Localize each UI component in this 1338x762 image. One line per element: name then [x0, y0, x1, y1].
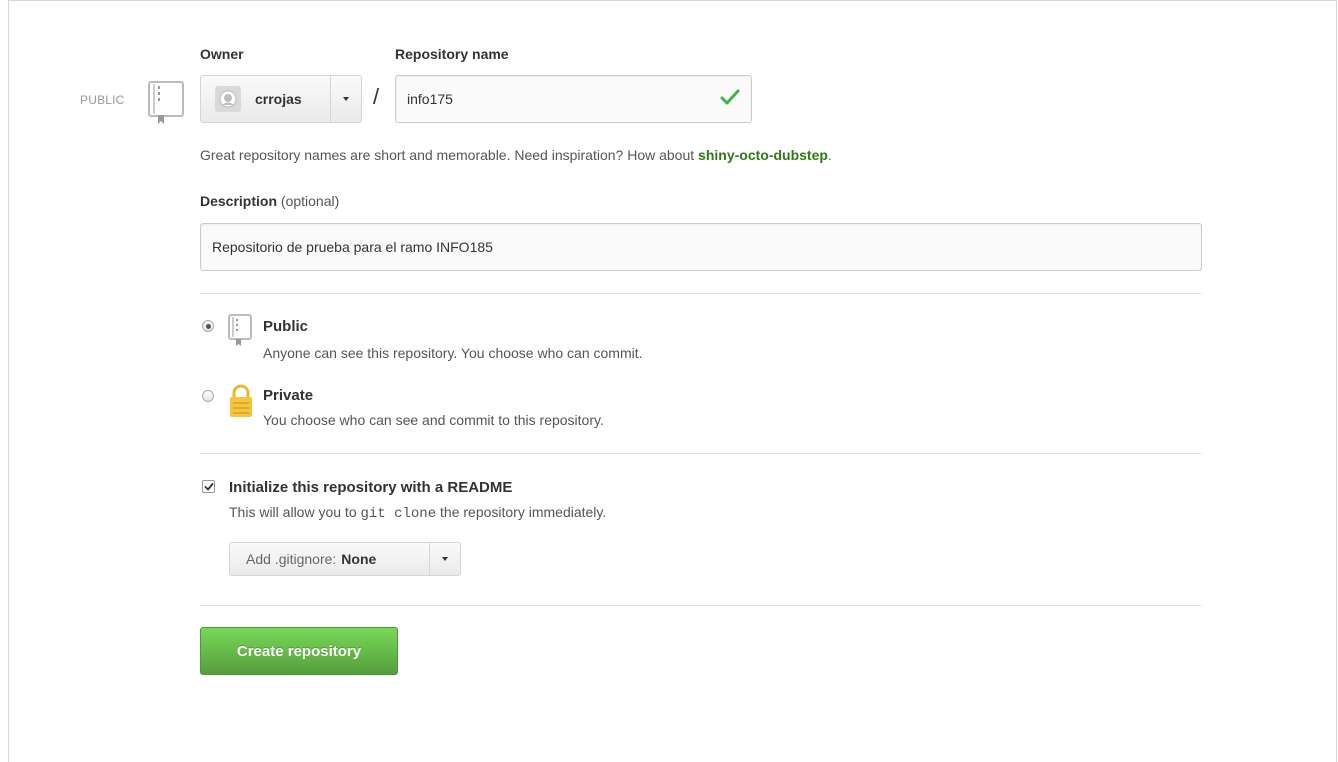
description-input[interactable] [200, 223, 1202, 271]
divider [200, 293, 1202, 294]
public-option-title: Public [263, 318, 309, 335]
description-optional: (optional) [280, 193, 340, 209]
divider [200, 453, 1202, 454]
gitignore-main[interactable]: Add .gitignore: None [230, 543, 431, 575]
name-suggestion-link[interactable]: shiny-octo-dubstep [698, 147, 828, 163]
divider [200, 605, 1202, 606]
gitignore-prefix: Add .gitignore: [246, 551, 337, 567]
repo-name-hint: Great repository names are short and mem… [200, 147, 832, 163]
readme-desc-after: the repository immediately. [436, 504, 607, 520]
gitignore-dropdown-toggle[interactable] [430, 557, 460, 561]
owner-avatar [215, 86, 241, 112]
description-label-row: Description (optional) [200, 193, 339, 209]
owner-main[interactable]: crrojas [201, 76, 332, 122]
private-radio[interactable] [202, 390, 214, 402]
repo-name-label: Repository name [395, 46, 509, 62]
description-label: Description [200, 193, 278, 209]
readme-desc-code: git clone [360, 506, 437, 522]
public-repo-icon [228, 314, 254, 351]
owner-dropdown-toggle[interactable] [331, 97, 361, 101]
chevron-down-icon [343, 97, 350, 101]
owner-label: Owner [200, 46, 244, 62]
visibility-tag: PUBLIC [80, 93, 125, 107]
owner-name: crrojas [255, 91, 302, 107]
private-option-desc: You choose who can see and commit to thi… [263, 412, 604, 428]
repo-icon [148, 81, 184, 128]
readme-label[interactable]: Initialize this repository with a README [229, 479, 512, 496]
readme-desc-before: This will allow you to [229, 504, 361, 520]
private-option-title: Private [263, 387, 314, 404]
checkmark-icon [204, 482, 213, 490]
gitignore-select-button[interactable]: Add .gitignore: None [229, 542, 461, 576]
readme-desc: This will allow you to git clone the rep… [229, 504, 606, 522]
radio-dot [205, 323, 211, 329]
public-option-desc: Anyone can see this repository. You choo… [263, 345, 643, 361]
page-frame: PUBLIC Owner Repository name crrojas / i… [8, 0, 1337, 762]
chevron-down-icon [442, 557, 449, 561]
check-icon [720, 89, 740, 110]
create-repository-button[interactable]: Create repository [200, 627, 398, 675]
owner-select-button[interactable]: crrojas [200, 75, 362, 123]
readme-checkbox[interactable] [202, 480, 215, 493]
owner-repo-separator: / [373, 84, 380, 109]
repo-name-input[interactable] [395, 75, 752, 123]
hint-text: Great repository names are short and mem… [200, 147, 699, 163]
gitignore-value: None [341, 551, 377, 567]
public-radio[interactable] [202, 320, 214, 332]
hint-suffix: . [827, 147, 832, 163]
lock-icon [229, 384, 253, 421]
